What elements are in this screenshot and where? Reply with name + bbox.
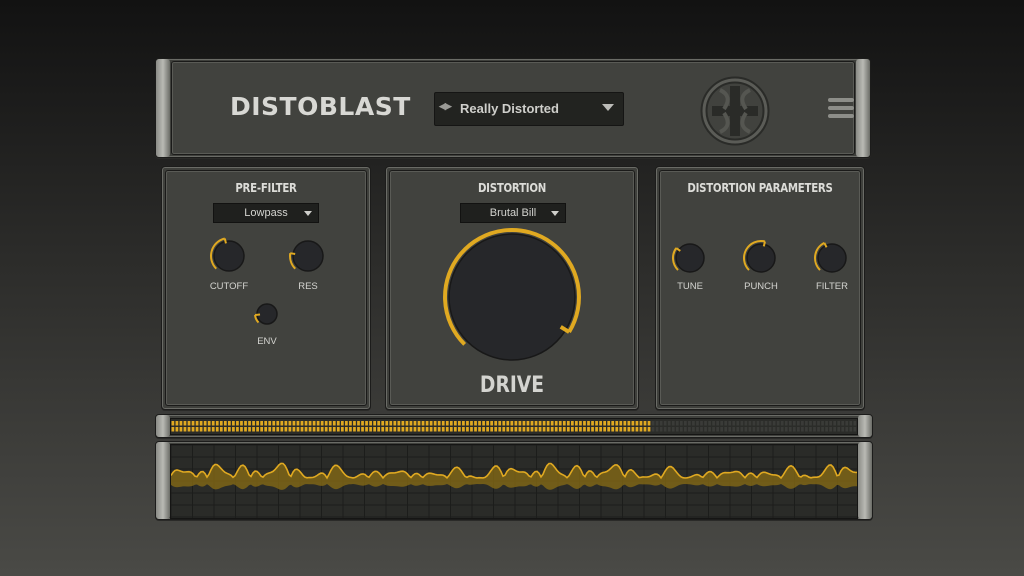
distortion-panel: DISTORTION Brutal Bill DRIVE	[385, 166, 639, 410]
punch-knob[interactable]	[741, 238, 781, 278]
distortion-title: DISTORTION	[477, 181, 547, 195]
distortion-type-dropdown[interactable]: Brutal Bill	[460, 203, 566, 223]
distortion-type-value: Brutal Bill	[489, 207, 537, 219]
preset-selector[interactable]: ◀▶ Really Distorted	[434, 92, 624, 126]
punch-label: PUNCH	[744, 281, 778, 292]
distortion-inner: DISTORTION Brutal Bill DRIVE	[389, 170, 635, 406]
chevron-down-icon	[304, 211, 312, 216]
parameters-inner: DISTORTION PARAMETERS TUNE PUNCH FILTER	[659, 170, 861, 406]
level-meter-frame	[155, 414, 873, 438]
tune-knob[interactable]	[670, 238, 710, 278]
oscilloscope-frame	[155, 441, 873, 520]
waveform-display	[170, 444, 858, 519]
preset-name: Really Distorted	[460, 101, 559, 116]
left-rail	[156, 59, 170, 157]
right-rail	[858, 415, 872, 437]
hamburger-menu-icon[interactable]	[828, 98, 854, 120]
env-knob[interactable]	[253, 300, 281, 328]
plugin-window: DISTOBLAST ◀▶ Really Distorted PRE-FILTE…	[155, 58, 873, 520]
distoblast-logo-icon	[700, 76, 770, 146]
app-title: DISTOBLAST	[230, 92, 411, 121]
filter-type-dropdown[interactable]: Lowpass	[213, 203, 319, 223]
drive-knob[interactable]	[441, 226, 583, 368]
res-knob[interactable]	[287, 235, 329, 277]
header-inner: DISTOBLAST ◀▶ Really Distorted	[171, 61, 855, 155]
filter-type-value: Lowpass	[244, 207, 288, 219]
left-rail	[156, 442, 170, 519]
right-rail	[856, 59, 870, 157]
filter-label: FILTER	[815, 281, 849, 292]
left-rail	[156, 415, 170, 437]
prefilter-panel: PRE-FILTER Lowpass CUTOFF RES ENV	[161, 166, 371, 410]
prefilter-inner: PRE-FILTER Lowpass CUTOFF RES ENV	[165, 170, 367, 406]
prefilter-title: PRE-FILTER	[235, 181, 297, 195]
parameters-panel: DISTORTION PARAMETERS TUNE PUNCH FILTER	[655, 166, 865, 410]
res-label: RES	[298, 281, 318, 292]
chevron-down-icon[interactable]	[602, 104, 614, 111]
level-meter	[170, 418, 858, 435]
right-rail	[858, 442, 872, 519]
tune-label: TUNE	[677, 281, 703, 292]
chevron-down-icon	[551, 211, 559, 216]
env-label: ENV	[257, 336, 277, 347]
filter-knob[interactable]	[812, 238, 852, 278]
header-panel: DISTOBLAST ◀▶ Really Distorted	[155, 58, 871, 158]
cutoff-label: CUTOFF	[209, 281, 249, 292]
drive-label: DRIVE	[479, 373, 545, 398]
cutoff-knob[interactable]	[208, 235, 250, 277]
parameters-title: DISTORTION PARAMETERS	[687, 181, 833, 195]
preset-nav-arrows-icon[interactable]: ◀▶	[439, 101, 452, 112]
